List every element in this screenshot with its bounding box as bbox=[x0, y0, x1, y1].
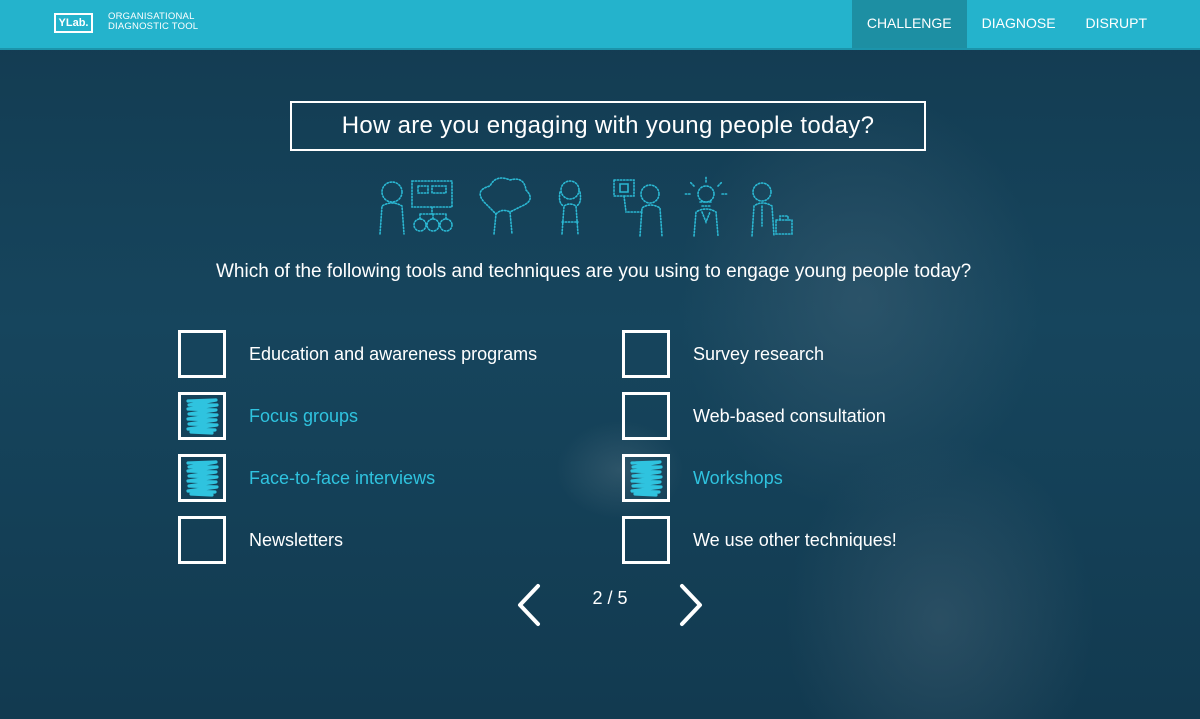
logo-line-2: DIAGNOSTIC TOOL bbox=[108, 21, 199, 32]
scribble-check-icon bbox=[186, 398, 219, 435]
checkbox[interactable] bbox=[178, 330, 226, 378]
checkbox[interactable] bbox=[178, 454, 226, 502]
option-focus-groups[interactable]: Focus groups bbox=[178, 392, 358, 440]
page-indicator: 2 / 5 bbox=[592, 588, 628, 608]
chevron-right-icon[interactable] bbox=[674, 580, 708, 630]
option-newsletters[interactable]: Newsletters bbox=[178, 516, 343, 564]
option-face-to-face[interactable]: Face-to-face interviews bbox=[178, 454, 435, 502]
top-header: YLab. ORGANISATIONAL DIAGNOSTIC TOOL CHA… bbox=[0, 0, 1200, 50]
option-survey-research[interactable]: Survey research bbox=[622, 330, 824, 378]
nav-challenge[interactable]: CHALLENGE bbox=[851, 0, 967, 48]
scribble-check-icon bbox=[186, 460, 219, 497]
option-education-awareness[interactable]: Education and awareness programs bbox=[178, 330, 537, 378]
option-other-techniques[interactable]: We use other techniques! bbox=[622, 516, 897, 564]
engagement-illustration bbox=[379, 175, 793, 237]
main-nav: CHALLENGE DIAGNOSE DISRUPT bbox=[851, 0, 1162, 48]
option-workshops[interactable]: Workshops bbox=[622, 454, 783, 502]
checkbox[interactable] bbox=[178, 392, 226, 440]
checkbox[interactable] bbox=[178, 516, 226, 564]
checkbox[interactable] bbox=[622, 330, 670, 378]
nav-disrupt-label: DISRUPT bbox=[1085, 15, 1147, 31]
ylab-logo[interactable]: YLab. bbox=[54, 13, 93, 33]
checkbox[interactable] bbox=[622, 392, 670, 440]
option-label: Survey research bbox=[693, 343, 825, 364]
checkbox[interactable] bbox=[622, 454, 670, 502]
nav-challenge-label: CHALLENGE bbox=[866, 15, 952, 31]
option-label: Workshops bbox=[693, 467, 783, 488]
option-web-consultation[interactable]: Web-based consultation bbox=[622, 392, 886, 440]
option-label: Focus groups bbox=[249, 405, 359, 426]
option-label: Face-to-face interviews bbox=[249, 467, 436, 488]
option-label: Education and awareness programs bbox=[249, 343, 538, 364]
nav-diagnose-label: DIAGNOSE bbox=[981, 15, 1056, 31]
nav-diagnose[interactable]: DIAGNOSE bbox=[967, 0, 1071, 48]
page-title: How are you engaging with young people t… bbox=[290, 101, 926, 151]
logo-subtitle: ORGANISATIONAL DIAGNOSTIC TOOL bbox=[108, 12, 198, 32]
scribble-check-icon bbox=[630, 460, 663, 497]
chevron-left-icon[interactable] bbox=[512, 580, 546, 630]
pager: 2 / 5 bbox=[512, 580, 708, 630]
question-text: Which of the following tools and techniq… bbox=[216, 261, 972, 282]
option-label: Web-based consultation bbox=[693, 405, 886, 426]
option-label: We use other techniques! bbox=[693, 529, 897, 550]
option-label: Newsletters bbox=[249, 529, 344, 550]
checkbox[interactable] bbox=[622, 516, 670, 564]
nav-disrupt[interactable]: DISRUPT bbox=[1071, 0, 1162, 48]
